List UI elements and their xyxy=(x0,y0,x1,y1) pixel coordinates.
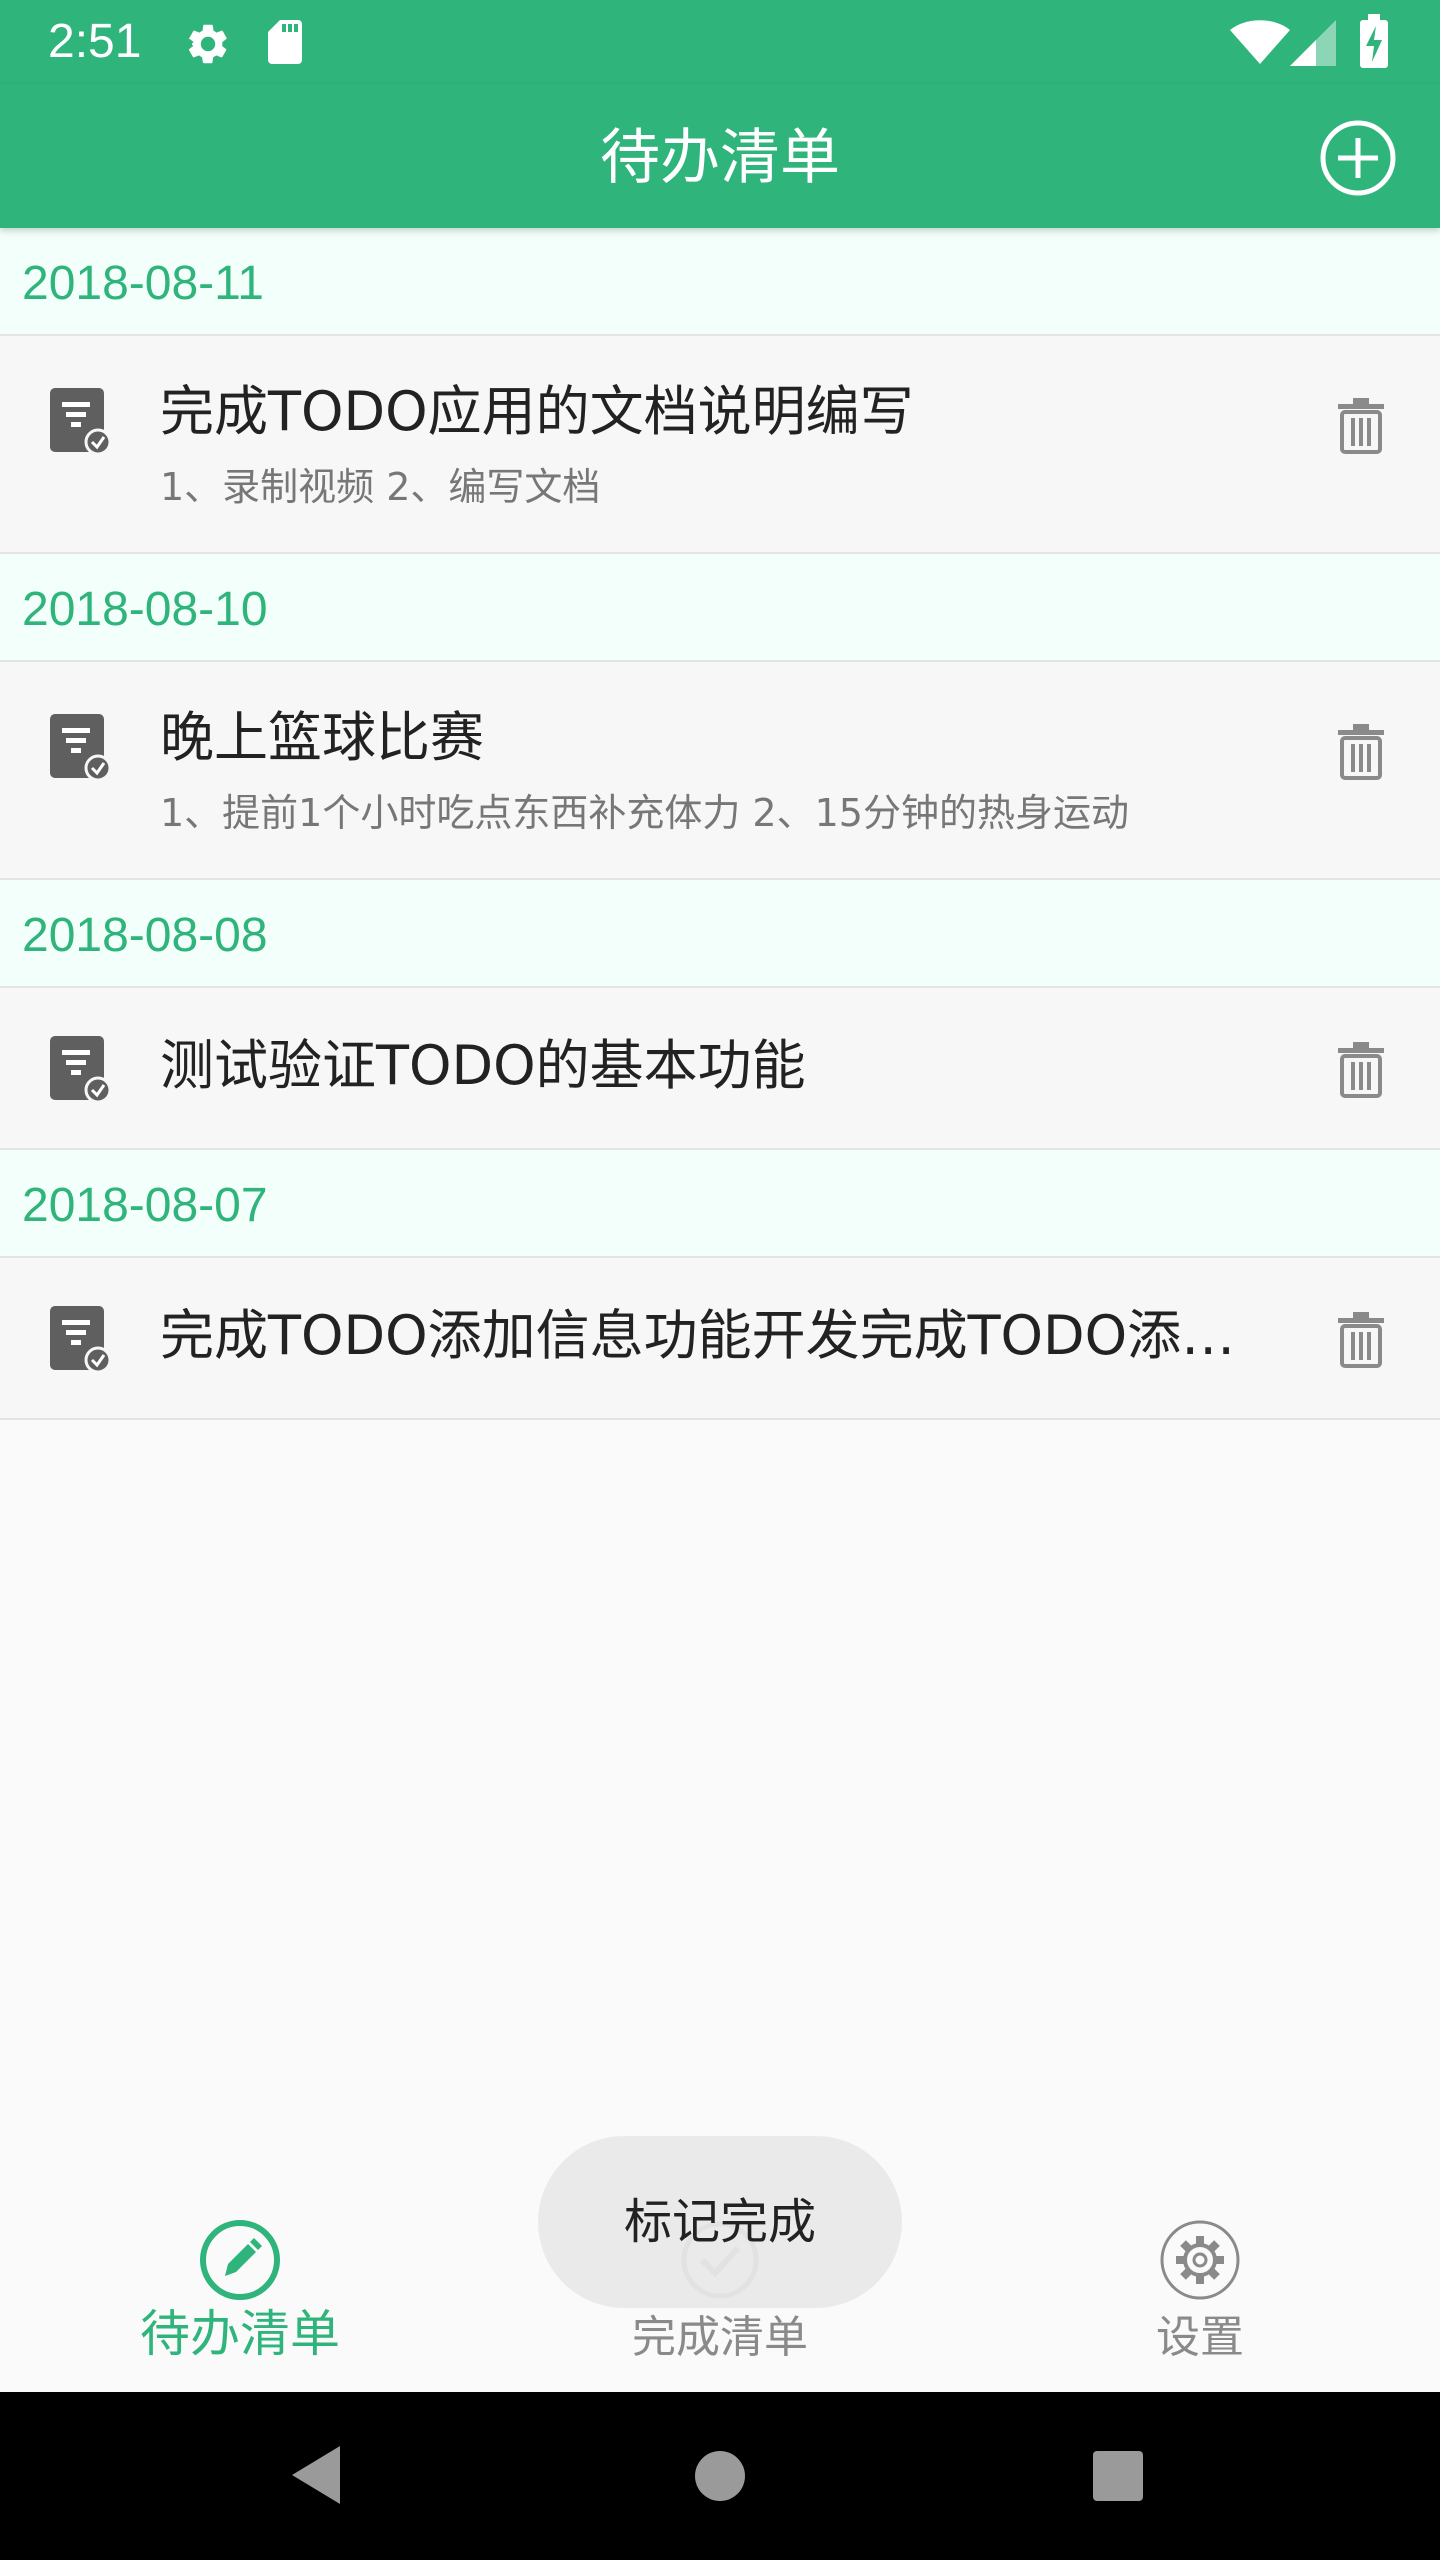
todo-note-icon xyxy=(50,1306,110,1374)
nav-label: 完成清单 xyxy=(632,2312,808,2363)
home-icon[interactable] xyxy=(694,2450,746,2502)
todo-note-icon xyxy=(50,388,110,456)
todo-title: 完成TODO应用的文档说明编写 xyxy=(160,380,914,443)
system-nav-bar xyxy=(0,2392,1440,2560)
app-bar: 待办清单 xyxy=(0,84,1440,228)
todo-note-icon xyxy=(50,714,110,782)
todo-list: 2018-08-11 完成TODO应用的文档说明编写 1、录制视频 2、编写文档… xyxy=(0,228,1440,1420)
page-title: 待办清单 xyxy=(600,123,840,193)
date-label: 2018-08-08 xyxy=(22,909,268,962)
nav-item-settings[interactable]: 设置 xyxy=(960,2176,1440,2392)
todo-subtitle: 1、提前1个小时吃点东西补充体力 2、15分钟的热身运动 xyxy=(160,791,1129,835)
status-bar: 2:51 xyxy=(0,0,1440,84)
delete-button[interactable] xyxy=(1338,724,1384,780)
delete-button[interactable] xyxy=(1338,1042,1384,1098)
nav-label: 设置 xyxy=(1156,2312,1244,2363)
date-label: 2018-08-07 xyxy=(22,1179,268,1232)
settings-icon xyxy=(188,24,227,64)
todo-item[interactable]: 测试验证TODO的基本功能 xyxy=(0,988,1440,1150)
date-header: 2018-08-08 xyxy=(0,880,1440,988)
todo-item[interactable]: 晚上篮球比赛 1、提前1个小时吃点东西补充体力 2、15分钟的热身运动 xyxy=(0,662,1440,880)
edit-icon xyxy=(200,2220,280,2300)
wifi-icon xyxy=(1230,20,1290,64)
toast-text: 标记完成 xyxy=(623,2194,816,2250)
todo-note-icon xyxy=(50,1036,110,1104)
date-header: 2018-08-11 xyxy=(0,228,1440,336)
nav-label: 待办清单 xyxy=(140,2305,340,2363)
settings-icon xyxy=(1160,2220,1240,2300)
todo-subtitle: 1、录制视频 2、编写文档 xyxy=(160,465,601,509)
todo-item[interactable]: 完成TODO应用的文档说明编写 1、录制视频 2、编写文档 xyxy=(0,336,1440,554)
delete-button[interactable] xyxy=(1338,398,1384,454)
recents-icon[interactable] xyxy=(1092,2450,1144,2502)
date-label: 2018-08-11 xyxy=(22,257,264,310)
todo-title: 完成TODO添加信息功能开发完成TODO添加… xyxy=(160,1304,1280,1367)
todo-item[interactable]: 完成TODO添加信息功能开发完成TODO添加… xyxy=(0,1258,1440,1420)
status-time: 2:51 xyxy=(48,15,142,68)
cell-signal-icon xyxy=(1290,20,1336,66)
toast-message: 标记完成 xyxy=(538,2136,902,2308)
todo-title: 晚上篮球比赛 xyxy=(160,706,484,769)
battery-charging-icon xyxy=(1360,14,1388,68)
nav-item-todo[interactable]: 待办清单 xyxy=(0,2176,480,2392)
date-header: 2018-08-07 xyxy=(0,1150,1440,1258)
todo-title: 测试验证TODO的基本功能 xyxy=(160,1034,806,1097)
date-label: 2018-08-10 xyxy=(22,583,268,636)
sd-card-icon xyxy=(268,20,302,64)
back-icon[interactable] xyxy=(288,2444,344,2506)
delete-button[interactable] xyxy=(1338,1312,1384,1368)
add-todo-button[interactable] xyxy=(1318,118,1398,198)
date-header: 2018-08-10 xyxy=(0,554,1440,662)
